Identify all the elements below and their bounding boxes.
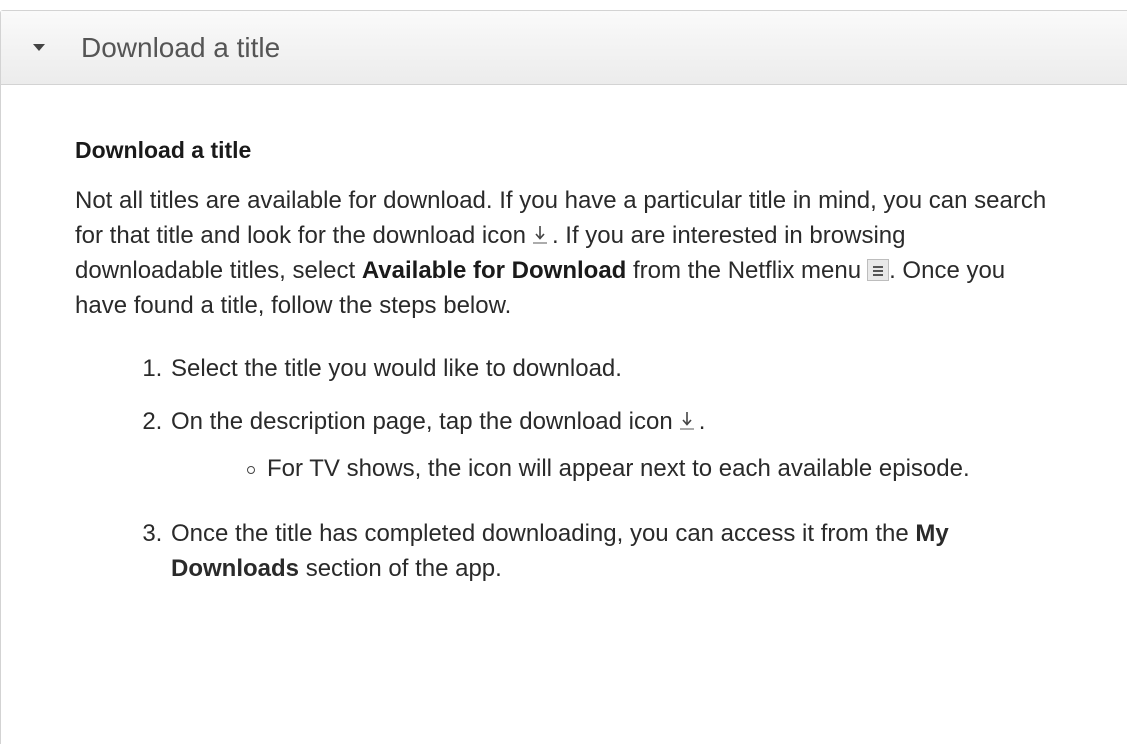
intro-text-3: from the Netflix menu <box>633 257 862 284</box>
available-for-download-label: Available for Download <box>361 257 627 284</box>
accordion-title: Download a title <box>81 31 281 63</box>
step-1-text: Select the title you would like to downl… <box>171 355 622 382</box>
caret-down-icon <box>33 44 45 51</box>
step-2-text: On the description page, tap the downloa… <box>171 408 673 435</box>
step-3-text-after: section of the app. <box>305 555 502 582</box>
article-content: Download a title Not all titles are avai… <box>75 135 1055 604</box>
download-icon <box>679 408 695 432</box>
download-icon <box>532 222 548 246</box>
step-3-text: Once the title has completed downloading… <box>171 520 909 547</box>
step-2-suffix: . <box>698 408 706 435</box>
page: Download a title Download a title Not al… <box>0 0 1127 744</box>
steps-list: Select the title you would like to downl… <box>75 351 1055 586</box>
section-title: Download a title <box>75 137 252 163</box>
intro-paragraph: Not all titles are available for downloa… <box>75 183 1055 323</box>
sub-list-item: For TV shows, the icon will appear next … <box>229 451 1055 486</box>
sub-list: For TV shows, the icon will appear next … <box>171 451 1055 486</box>
step-item: Once the title has completed downloading… <box>169 516 1055 586</box>
accordion-header[interactable]: Download a title <box>1 11 1127 85</box>
menu-icon <box>867 259 890 281</box>
step-item: Select the title you would like to downl… <box>169 351 1055 386</box>
step-item: On the description page, tap the downloa… <box>169 404 1055 486</box>
